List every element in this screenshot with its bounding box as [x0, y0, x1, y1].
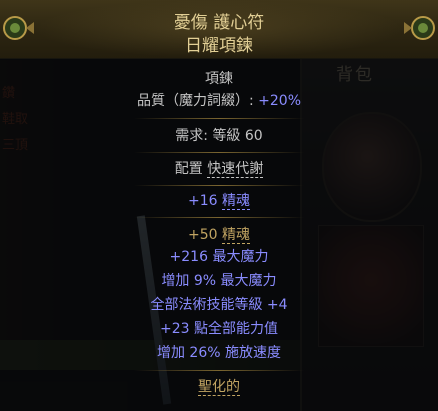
explicit-mod: +23 點全部能力值 — [160, 321, 278, 337]
item-class: 項鍊 — [205, 71, 233, 87]
anoint-line: 配置 快速代謝 — [0, 160, 438, 178]
separator — [134, 370, 304, 371]
implicit-line: +50 精魂 — [0, 226, 438, 244]
anoint-prefix: 配置 — [174, 161, 203, 177]
separator — [134, 118, 304, 119]
separator — [134, 185, 304, 186]
explicit-mod: 增加 9% 最大魔力 — [161, 273, 277, 289]
implicit-stat[interactable]: 精魂 — [222, 227, 250, 244]
enchant-value: +16 — [188, 193, 218, 209]
item-tooltip: 憂傷 護心符 日耀項鍊 項鍊 品質（魔力詞綴）: +20% 需求: 等級 60 … — [0, 0, 438, 411]
requirement-label: 需求: — [175, 128, 208, 144]
anoint-passive[interactable]: 快速代謝 — [207, 161, 264, 178]
explicit-mod: 全部法術技能等級 +4 — [150, 297, 288, 313]
tooltip-header: 憂傷 護心符 日耀項鍊 — [0, 0, 438, 59]
explicit-mod: 增加 26% 施放速度 — [156, 345, 282, 361]
requirement-level: 60 — [244, 128, 263, 144]
enchant-line: +16 精魂 — [0, 192, 438, 210]
item-footer-status: 聖化的 — [0, 378, 438, 396]
separator — [134, 152, 304, 153]
enchant-stat[interactable]: 精魂 — [222, 193, 250, 210]
item-base-type: 日耀項鍊 — [185, 36, 253, 56]
quality-line: 品質（魔力詞綴）: +20% — [0, 92, 438, 110]
item-name: 憂傷 護心符 — [173, 13, 265, 33]
separator — [134, 217, 304, 218]
requirement-line: 需求: 等級 60 — [0, 127, 438, 145]
explicit-mod: +216 最大魔力 — [169, 249, 269, 265]
implicit-value: +50 — [188, 227, 218, 243]
quality-label: 品質（魔力詞綴）: — [136, 93, 254, 109]
requirement-level-label: 等級 — [212, 128, 241, 144]
sanctified-label: 聖化的 — [198, 379, 240, 396]
quality-value: +20% — [258, 93, 302, 109]
